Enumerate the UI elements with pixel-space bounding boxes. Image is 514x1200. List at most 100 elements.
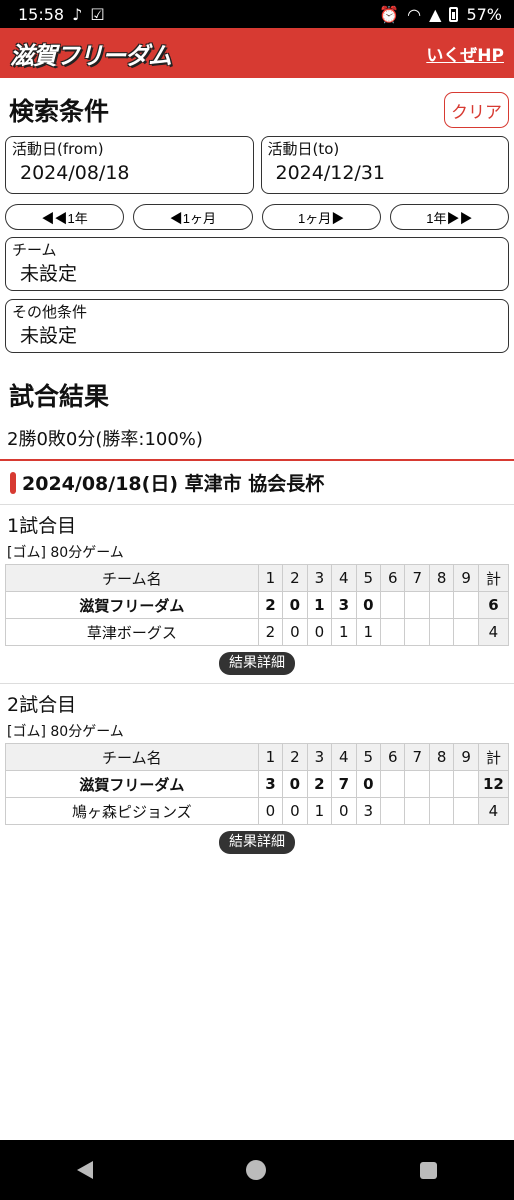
recent-apps-icon[interactable]	[420, 1161, 438, 1179]
table-row: 草津ボーグス 2 0 0 1 1 4	[5, 618, 510, 646]
wifi-icon: ◠	[407, 4, 422, 24]
inning-score	[428, 797, 455, 825]
team-logo[interactable]: 滋賀フリーダム	[10, 36, 172, 71]
date-to-value: 2024/12/31	[275, 162, 386, 184]
scoreboard-header: チーム名 1 2 3 4 5 6 7 8 9 計	[5, 743, 510, 771]
detail-row: 結果詳細	[0, 825, 514, 862]
inning-score	[428, 770, 455, 798]
signal-icon: ▲	[429, 4, 442, 24]
inning-score: 1	[355, 618, 382, 646]
header-inning-7: 7	[404, 743, 430, 771]
event-accent-bar	[10, 471, 16, 494]
date-to-label: 活動日(to)	[267, 140, 340, 158]
inning-score: 0	[355, 770, 382, 798]
inning-score: 0	[355, 591, 382, 619]
results-title: 試合結果	[9, 382, 110, 411]
result-detail-button[interactable]: 結果詳細	[219, 652, 295, 675]
header-inning-2: 2	[282, 743, 308, 771]
team-label: チーム	[12, 241, 57, 259]
header-inning-4: 4	[331, 564, 357, 592]
inning-score: 0	[331, 797, 357, 825]
inning-score: 0	[282, 770, 308, 798]
header-inning-6: 6	[380, 743, 406, 771]
header-team: チーム名	[5, 743, 259, 771]
forward-1-year-button[interactable]: 1年▶▶	[389, 204, 509, 230]
total-score: 4	[477, 797, 510, 825]
battery-icon	[449, 6, 459, 22]
scoreboard-table: チーム名 1 2 3 4 5 6 7 8 9 計 滋賀フリーダム 3 0 2 7…	[5, 743, 510, 825]
header-total: 計	[477, 743, 510, 771]
inning-score	[453, 618, 479, 646]
date-nav-buttons: ◀◀1年 ◀1ヶ月 1ヶ月▶ 1年▶▶	[5, 204, 509, 230]
inning-score: 1	[306, 591, 333, 619]
inning-score: 0	[282, 591, 308, 619]
homepage-link[interactable]: いくぜHP	[426, 41, 504, 66]
date-to-field[interactable]: 活動日(to) 2024/12/31	[260, 136, 509, 194]
main-content: 検索条件 クリア 活動日(from) 2024/08/18 活動日(to) 20…	[0, 78, 514, 862]
header-inning-3: 3	[306, 743, 333, 771]
clear-button[interactable]: クリア	[444, 92, 509, 128]
team-name: 滋賀フリーダム	[5, 591, 259, 619]
back-1-month-button[interactable]: ◀1ヶ月	[133, 204, 253, 230]
date-from-field[interactable]: 活動日(from) 2024/08/18	[5, 136, 254, 194]
battery-percent: 57%	[466, 4, 502, 24]
event-header: 2024/08/18(日) 草津市 協会長杯	[0, 461, 514, 505]
header-inning-8: 8	[428, 743, 455, 771]
date-from-value: 2024/08/18	[20, 162, 130, 184]
team-value: 未設定	[20, 263, 78, 285]
other-conditions-value: 未設定	[20, 325, 78, 347]
team-name: 草津ボーグス	[5, 618, 259, 646]
inning-score	[453, 770, 479, 798]
clipboard-icon: ☑	[90, 4, 105, 24]
inning-score	[404, 770, 430, 798]
inning-score	[380, 591, 406, 619]
inning-score: 1	[331, 618, 357, 646]
inning-score	[380, 618, 406, 646]
result-detail-button[interactable]: 結果詳細	[219, 831, 295, 854]
status-time: 15:58	[18, 4, 65, 24]
team-field[interactable]: チーム 未設定	[5, 237, 509, 291]
total-score: 4	[477, 618, 510, 646]
inning-score	[453, 591, 479, 619]
other-conditions-field[interactable]: その他条件 未設定	[5, 299, 509, 353]
inning-score: 2	[306, 770, 333, 798]
table-row: 滋賀フリーダム 2 0 1 3 0 6	[5, 591, 510, 619]
game-title: 2試合目	[7, 694, 77, 716]
inning-score	[404, 618, 430, 646]
scoreboard-header: チーム名 1 2 3 4 5 6 7 8 9 計	[5, 564, 510, 592]
game-type: [ゴム] 80分ゲーム	[7, 545, 124, 561]
back-1-year-button[interactable]: ◀◀1年	[5, 204, 125, 230]
inning-score	[428, 618, 455, 646]
table-row: 滋賀フリーダム 3 0 2 7 0 12	[5, 770, 510, 798]
inning-score: 3	[257, 770, 284, 798]
inning-score: 0	[282, 797, 308, 825]
header-inning-8: 8	[428, 564, 455, 592]
search-header: 検索条件 クリア	[5, 78, 509, 136]
header-team: チーム名	[5, 564, 259, 592]
inning-score	[404, 591, 430, 619]
inning-score: 3	[355, 797, 382, 825]
header-inning-3: 3	[306, 564, 333, 592]
inning-score	[428, 591, 455, 619]
forward-1-month-button[interactable]: 1ヶ月▶	[261, 204, 381, 230]
header-inning-9: 9	[453, 743, 479, 771]
home-icon[interactable]	[246, 1160, 267, 1180]
game-1: 1試合目 [ゴム] 80分ゲーム チーム名 1 2 3 4 5 6 7 8 9 …	[0, 511, 514, 684]
date-range: 活動日(from) 2024/08/18 活動日(to) 2024/12/31	[5, 136, 509, 194]
table-row: 鳩ヶ森ピジョンズ 0 0 1 0 3 4	[5, 797, 510, 825]
total-score: 12	[477, 770, 510, 798]
game-2: 2試合目 [ゴム] 80分ゲーム チーム名 1 2 3 4 5 6 7 8 9 …	[5, 690, 510, 862]
team-name: 滋賀フリーダム	[5, 770, 259, 798]
detail-row: 結果詳細	[0, 646, 514, 684]
header-inning-9: 9	[453, 564, 479, 592]
event-title: 2024/08/18(日) 草津市 協会長杯	[22, 473, 325, 495]
header-inning-1: 1	[257, 564, 284, 592]
inning-score	[404, 797, 430, 825]
back-icon[interactable]	[76, 1161, 93, 1179]
inning-score	[380, 797, 406, 825]
total-score: 6	[477, 591, 510, 619]
inning-score: 1	[306, 797, 333, 825]
inning-score: 2	[257, 591, 284, 619]
inning-score: 0	[306, 618, 333, 646]
status-bar: 15:58 ♪ ☑ ⏰ ◠ ▲ 57%	[0, 0, 514, 28]
